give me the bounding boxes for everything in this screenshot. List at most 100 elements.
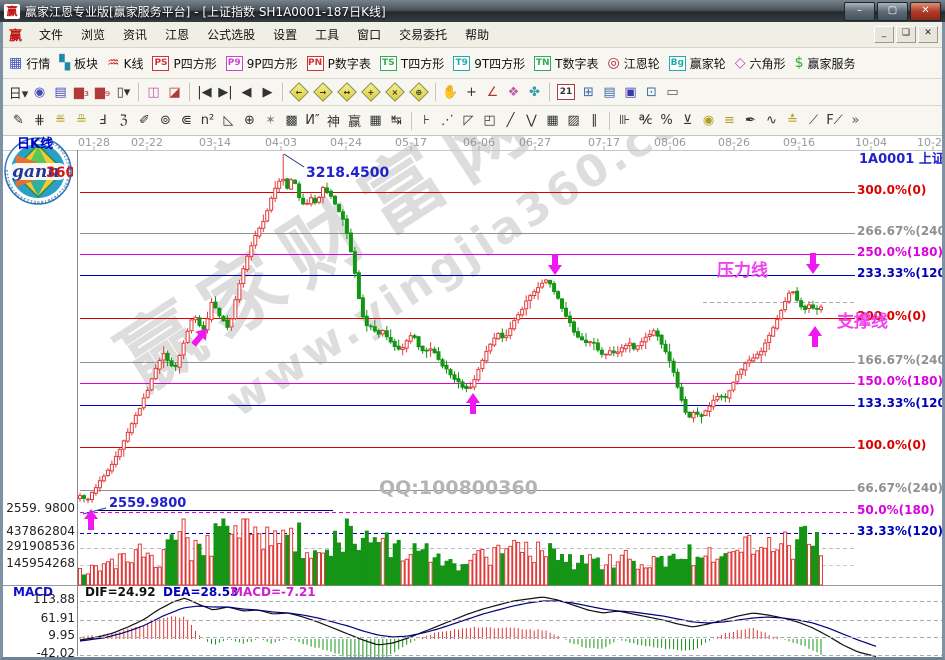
last-bar-button[interactable]: ▶| — [215, 82, 236, 102]
save-button[interactable]: ▣ — [620, 82, 641, 102]
gann-right-diamond-button[interactable]: → — [313, 82, 333, 102]
kline-chart-canvas[interactable] — [3, 136, 942, 657]
menu-8[interactable]: 窗口 — [348, 23, 390, 46]
percent-line-tool[interactable]: ℀ — [635, 111, 656, 131]
compass-tool[interactable]: ⊚ — [155, 111, 176, 131]
gann-target-diamond-button[interactable]: ⊕ — [409, 82, 429, 102]
wave-mark-tool[interactable]: И″ — [302, 111, 323, 131]
9p-square-button[interactable]: P99P四方形 — [226, 55, 298, 72]
gold-grid-tool-2[interactable]: ≞ — [71, 111, 92, 131]
spiral-chart-button[interactable]: ◉ — [29, 82, 50, 102]
export-button[interactable]: ⊡ — [641, 82, 662, 102]
angle-fan-tool[interactable]: ◺ — [218, 111, 239, 131]
gann-expand-diamond-button[interactable]: ↔ — [337, 82, 357, 102]
t-number-table-button[interactable]: TNT数字表 — [534, 55, 598, 72]
gann-leaf-button[interactable]: ✤ — [524, 82, 545, 102]
gold-lines-tool[interactable]: ≡ — [719, 111, 740, 131]
first-bar-button[interactable]: |◀ — [194, 82, 215, 102]
9t-square-button[interactable]: T99T四方形 — [453, 55, 525, 72]
n-square-tool[interactable]: n² — [197, 111, 218, 131]
gold-grid-tool-1[interactable]: ≝ — [50, 111, 71, 131]
web-grid-tool[interactable]: ▩ — [281, 111, 302, 131]
menu-1[interactable]: 文件 — [30, 23, 72, 46]
star-web-tool[interactable]: ✶ — [260, 111, 281, 131]
calendar-button[interactable]: 21 — [557, 84, 575, 100]
hexagon-button[interactable]: ◇六角形 — [735, 55, 786, 72]
bow-tool[interactable]: ℨ — [113, 111, 134, 131]
tick-ruler-tool[interactable]: ⋕ — [29, 111, 50, 131]
menu-6[interactable]: 设置 — [264, 23, 306, 46]
menu-2[interactable]: 浏览 — [72, 23, 114, 46]
gold-segment-tool[interactable]: ≛ — [782, 111, 803, 131]
menu-9[interactable]: 交易委托 — [390, 23, 456, 46]
span-measure-tool[interactable]: ↹ — [386, 111, 407, 131]
menu-10[interactable]: 帮助 — [456, 23, 498, 46]
gann-flower-button[interactable]: ❖ — [503, 82, 524, 102]
brush-tool[interactable]: ✎ — [8, 111, 29, 131]
quotes-button[interactable]: ▦行情 — [9, 55, 50, 72]
menu-5[interactable]: 公式选股 — [198, 23, 264, 46]
gann-wheel-button[interactable]: ◎江恩轮 — [608, 55, 660, 72]
chart-3-button[interactable]: ▆₃ — [71, 82, 92, 102]
prev-bar-button[interactable]: ◀ — [236, 82, 257, 102]
gold-circle-tool[interactable]: ◉ — [698, 111, 719, 131]
number-grid-tool[interactable]: ▦ — [365, 111, 386, 131]
percent-tool[interactable]: % — [656, 111, 677, 131]
crosshair-button[interactable]: + — [461, 82, 482, 102]
angle-tool-button[interactable]: ∠ — [482, 82, 503, 102]
trend-line-tool[interactable]: ╱ — [500, 111, 521, 131]
parallel-lines-tool[interactable]: ∥ — [584, 111, 605, 131]
price-grid-tool[interactable]: ▦ — [542, 111, 563, 131]
period-day-dropdown[interactable]: 日▾ — [8, 82, 29, 102]
gann-left-diamond-button[interactable]: ← — [289, 82, 309, 102]
child-close-button[interactable]: ✕ — [918, 26, 938, 43]
f-ruler-tool[interactable]: Ⅎ — [92, 111, 113, 131]
child-restore-button[interactable]: ❏ — [896, 26, 916, 43]
winner-wheel-button[interactable]: Bg赢家轮 — [669, 55, 726, 72]
gann-cross-diamond-button[interactable]: + — [361, 82, 381, 102]
drag-hand-button[interactable]: ✋ — [440, 82, 461, 102]
fib-fan-tool[interactable]: F⟋ — [824, 111, 845, 131]
vee-line-tool[interactable]: ⋁ — [521, 111, 542, 131]
report-button[interactable]: ▤ — [599, 82, 620, 102]
menu-4[interactable]: 江恩 — [156, 23, 198, 46]
gann-grid-button[interactable]: ◫ — [143, 82, 164, 102]
level-lines-tool[interactable]: ⊪ — [614, 111, 635, 131]
target-circle-tool[interactable]: ⊕ — [239, 111, 260, 131]
chart-9-button[interactable]: ▆₉ — [92, 82, 113, 102]
p-square-button[interactable]: PSP四方形 — [152, 55, 216, 72]
info-panel-button[interactable]: ▤ — [50, 82, 71, 102]
close-button[interactable]: ✕ — [910, 2, 941, 21]
sectors-button[interactable]: ▚板块 — [59, 55, 98, 72]
candle-style-dropdown[interactable]: ▯▾ — [113, 82, 134, 102]
minimize-button[interactable]: – — [844, 2, 875, 21]
chart-area[interactable]: 赢家财富网 www.yingjia360.com 234567890123456… — [3, 136, 942, 657]
shade-grid-tool[interactable]: ▨ — [563, 111, 584, 131]
color-histogram-button[interactable]: ◪ — [164, 82, 185, 102]
box-grid-tool[interactable]: ◰ — [479, 111, 500, 131]
kline-button[interactable]: ♒K线 — [107, 55, 143, 72]
matrix-table-button[interactable]: ⊞ — [578, 82, 599, 102]
speed-line-tool[interactable]: ⟋ — [803, 111, 824, 131]
rect-measure-tool[interactable]: ⊦ — [416, 111, 437, 131]
gann-fan-tool[interactable]: ⋰ — [437, 111, 458, 131]
p-number-table-button[interactable]: PNP数字表 — [307, 55, 371, 72]
print-button[interactable]: ▭ — [662, 82, 683, 102]
ink-brush-tool[interactable]: ✒ — [740, 111, 761, 131]
menu-7[interactable]: 工具 — [306, 23, 348, 46]
winner-service-button[interactable]: $赢家服务 — [795, 55, 856, 72]
pen-tool[interactable]: ✐ — [134, 111, 155, 131]
retrace-tool[interactable]: ⊻ — [677, 111, 698, 131]
shen-tool[interactable]: 神 — [323, 111, 344, 131]
more-tools-button[interactable]: » — [845, 111, 866, 131]
t-square-button[interactable]: TST四方形 — [380, 55, 444, 72]
next-bar-button[interactable]: ▶ — [257, 82, 278, 102]
menu-3[interactable]: 资讯 — [114, 23, 156, 46]
ying-tool[interactable]: 赢 — [344, 111, 365, 131]
gann-x-diamond-button[interactable]: × — [385, 82, 405, 102]
wave-tool[interactable]: ∿ — [761, 111, 782, 131]
arc-ruler-tool[interactable]: ⋐ — [176, 111, 197, 131]
maximize-button[interactable]: ▢ — [877, 2, 908, 21]
child-minimize-button[interactable]: _ — [874, 26, 894, 43]
fan-box-tool[interactable]: ◸ — [458, 111, 479, 131]
